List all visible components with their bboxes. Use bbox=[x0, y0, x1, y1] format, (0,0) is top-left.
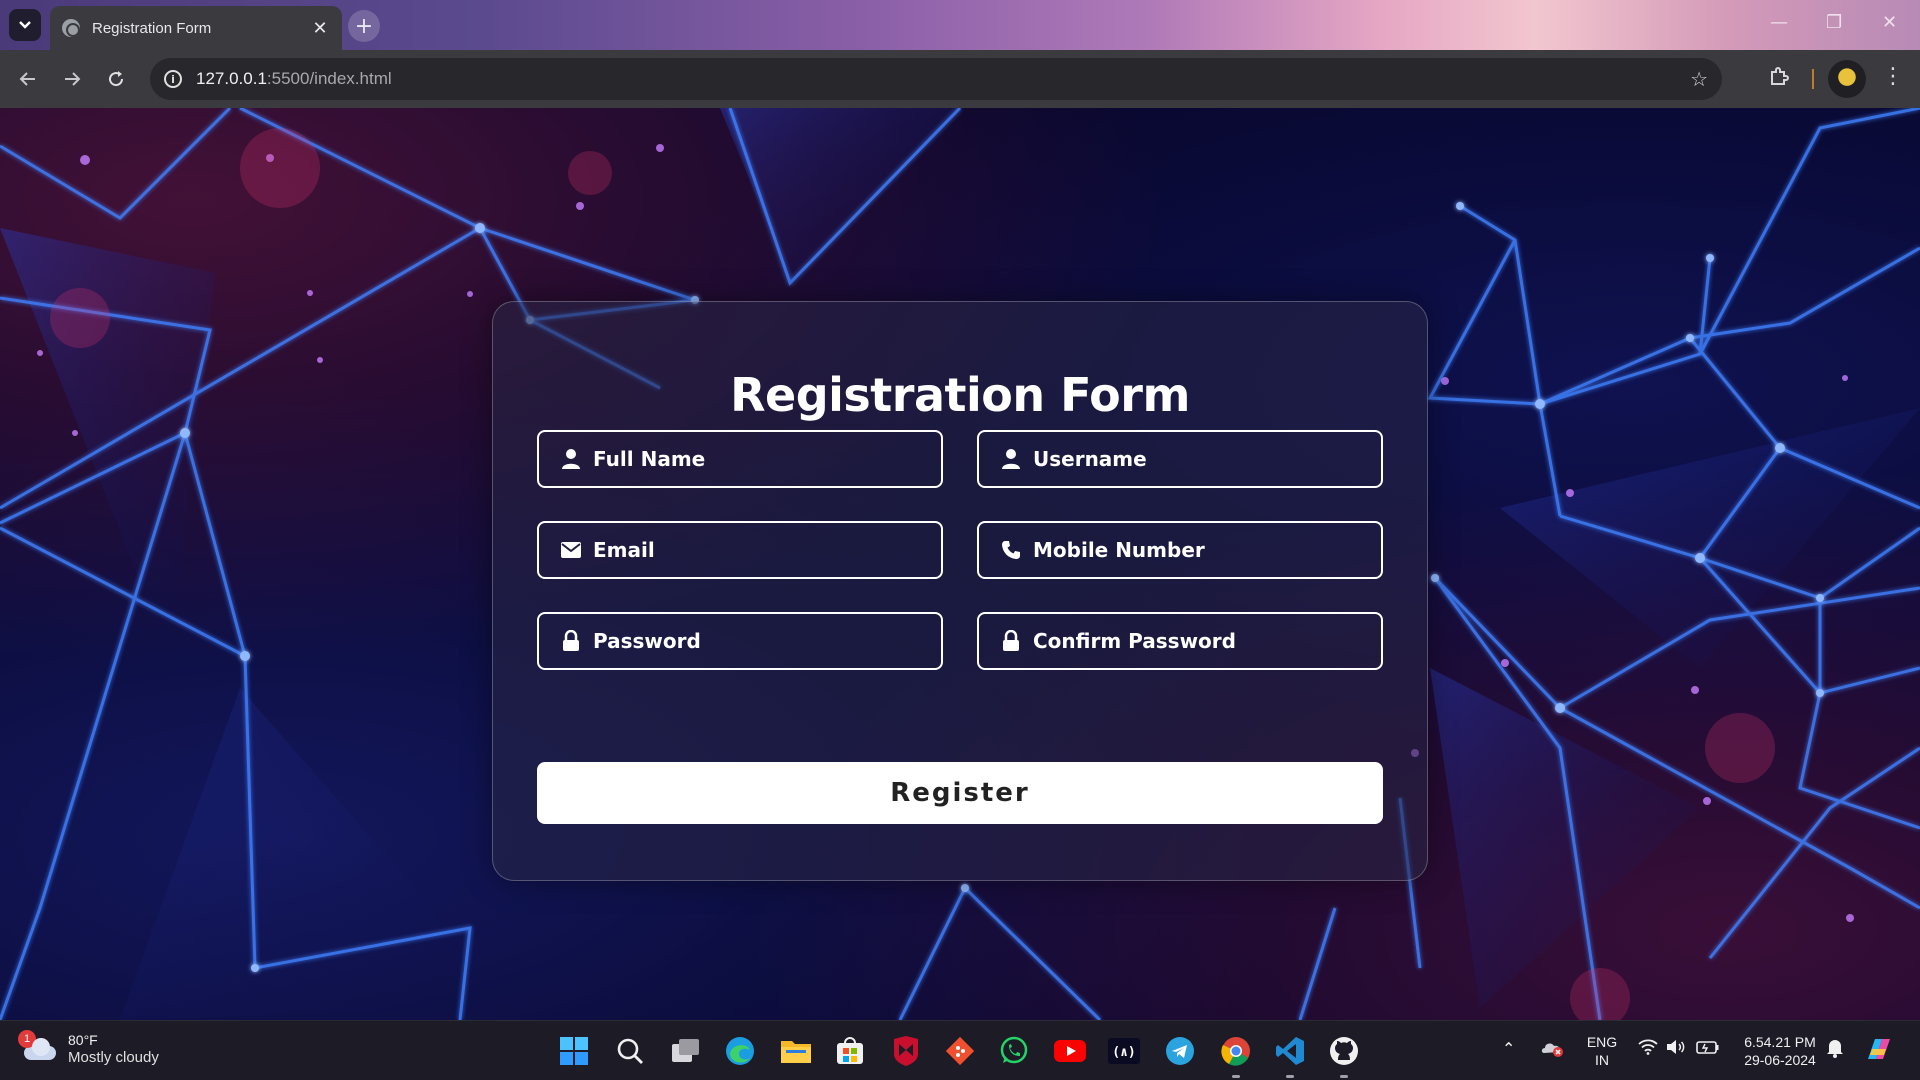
email-input[interactable]: Email bbox=[537, 521, 943, 579]
envelope-icon bbox=[559, 538, 583, 562]
mobile-number-input[interactable]: Mobile Number bbox=[977, 521, 1383, 579]
weather-badge: 1 bbox=[18, 1030, 36, 1048]
password-placeholder: Password bbox=[593, 629, 701, 653]
user-icon bbox=[999, 447, 1023, 471]
search-icon[interactable] bbox=[612, 1033, 648, 1069]
minimize-icon[interactable]: — bbox=[1770, 12, 1788, 33]
form-title: Registration Form bbox=[730, 368, 1190, 422]
weather-condition: Mostly cloudy bbox=[68, 1049, 159, 1066]
phone-icon bbox=[999, 538, 1023, 562]
whatsapp-icon[interactable] bbox=[996, 1033, 1032, 1069]
freecodecamp-icon[interactable]: (∧) bbox=[1106, 1033, 1142, 1069]
username-input[interactable]: Username bbox=[977, 430, 1383, 488]
restore-icon[interactable]: ❐ bbox=[1826, 12, 1842, 33]
user-icon bbox=[559, 447, 583, 471]
task-view-icon[interactable] bbox=[668, 1033, 704, 1069]
confirm-password-input[interactable]: Confirm Password bbox=[977, 612, 1383, 670]
page-background: Registration Form Full Name Username Ema… bbox=[0, 108, 1920, 1020]
cloud-icon: 1 bbox=[18, 1030, 58, 1062]
running-indicator bbox=[1232, 1075, 1240, 1078]
reload-icon bbox=[109, 71, 124, 87]
clock[interactable]: 6.54.21 PM 29-06-2024 bbox=[1732, 1033, 1828, 1069]
mcafee-icon[interactable] bbox=[888, 1033, 924, 1069]
svg-text:(∧): (∧) bbox=[1112, 1045, 1135, 1060]
arrow-left-icon bbox=[19, 72, 35, 86]
username-placeholder: Username bbox=[1033, 447, 1147, 471]
github-icon[interactable] bbox=[1326, 1033, 1362, 1069]
vscode-icon[interactable] bbox=[1272, 1033, 1308, 1069]
full-name-input[interactable]: Full Name bbox=[537, 430, 943, 488]
back-button[interactable] bbox=[14, 65, 42, 93]
close-window-icon[interactable]: ✕ bbox=[1882, 12, 1897, 33]
arrow-right-icon bbox=[65, 72, 81, 86]
edge-icon[interactable] bbox=[722, 1033, 758, 1069]
file-explorer-icon[interactable] bbox=[778, 1033, 814, 1069]
clock-time: 6.54.21 PM bbox=[1744, 1034, 1816, 1050]
lock-icon bbox=[999, 629, 1023, 653]
more-menu-icon[interactable]: ⋮ bbox=[1882, 64, 1904, 89]
language-code: ENG bbox=[1586, 1034, 1618, 1050]
forward-button[interactable] bbox=[58, 65, 86, 93]
start-icon[interactable] bbox=[556, 1033, 592, 1069]
browser-tab[interactable]: Registration Form ✕ bbox=[50, 6, 342, 50]
registration-form: Registration Form Full Name Username Ema… bbox=[492, 301, 1428, 881]
email-placeholder: Email bbox=[593, 538, 655, 562]
running-indicator bbox=[1340, 1075, 1348, 1078]
wifi-icon[interactable] bbox=[1638, 1039, 1658, 1059]
language-region: IN bbox=[1595, 1052, 1609, 1068]
register-button[interactable]: Register bbox=[537, 762, 1383, 824]
clock-date: 29-06-2024 bbox=[1744, 1052, 1816, 1068]
bookmark-star-icon[interactable]: ☆ bbox=[1690, 67, 1708, 91]
password-input[interactable]: Password bbox=[537, 612, 943, 670]
copilot-icon[interactable] bbox=[1864, 1035, 1894, 1067]
volume-icon[interactable] bbox=[1666, 1039, 1686, 1059]
profile-avatar[interactable] bbox=[1828, 60, 1866, 98]
onedrive-error-icon[interactable] bbox=[1540, 1039, 1564, 1061]
chevron-down-icon bbox=[19, 21, 31, 29]
globe-icon bbox=[62, 19, 80, 37]
chrome-icon[interactable] bbox=[1218, 1033, 1254, 1069]
youtube-icon[interactable] bbox=[1052, 1033, 1088, 1069]
tab-close-button[interactable]: ✕ bbox=[310, 18, 330, 39]
battery-icon[interactable] bbox=[1696, 1039, 1720, 1059]
weather-temperature: 80°F bbox=[68, 1032, 98, 1048]
tab-title: Registration Form bbox=[92, 19, 212, 37]
mobile-number-placeholder: Mobile Number bbox=[1033, 538, 1205, 562]
taskbar: 1 80°F Mostly cloudy (∧) ⌃ ENG IN 6.54.2… bbox=[0, 1020, 1920, 1080]
running-indicator bbox=[1286, 1075, 1294, 1078]
chevron-up-icon[interactable]: ⌃ bbox=[1502, 1039, 1515, 1058]
url-path: :5500/index.html bbox=[266, 69, 392, 88]
confirm-password-placeholder: Confirm Password bbox=[1033, 629, 1236, 653]
extensions-icon[interactable] bbox=[1768, 65, 1790, 93]
microsoft-store-icon[interactable] bbox=[832, 1033, 868, 1069]
notification-bell-icon[interactable] bbox=[1826, 1038, 1844, 1062]
address-bar[interactable]: i 127.0.0.1:5500/index.html ☆ bbox=[150, 58, 1722, 100]
url-host: 127.0.0.1 bbox=[196, 69, 267, 88]
site-info-icon[interactable]: i bbox=[164, 70, 182, 88]
tab-search-button[interactable] bbox=[9, 9, 41, 41]
full-name-placeholder: Full Name bbox=[593, 447, 706, 471]
reload-button[interactable] bbox=[102, 65, 130, 93]
toolbar-divider bbox=[1812, 69, 1814, 89]
telegram-icon[interactable] bbox=[1162, 1033, 1198, 1069]
language-indicator[interactable]: ENG IN bbox=[1584, 1033, 1620, 1069]
weather-widget[interactable]: 1 80°F Mostly cloudy bbox=[18, 1030, 159, 1067]
git-icon[interactable] bbox=[942, 1033, 978, 1069]
browser-tab-bar: Registration Form ✕ + — ❐ ✕ bbox=[0, 0, 1920, 50]
browser-toolbar: i 127.0.0.1:5500/index.html ☆ ⋮ bbox=[0, 50, 1920, 108]
new-tab-button[interactable]: + bbox=[348, 10, 380, 42]
lock-icon bbox=[559, 629, 583, 653]
